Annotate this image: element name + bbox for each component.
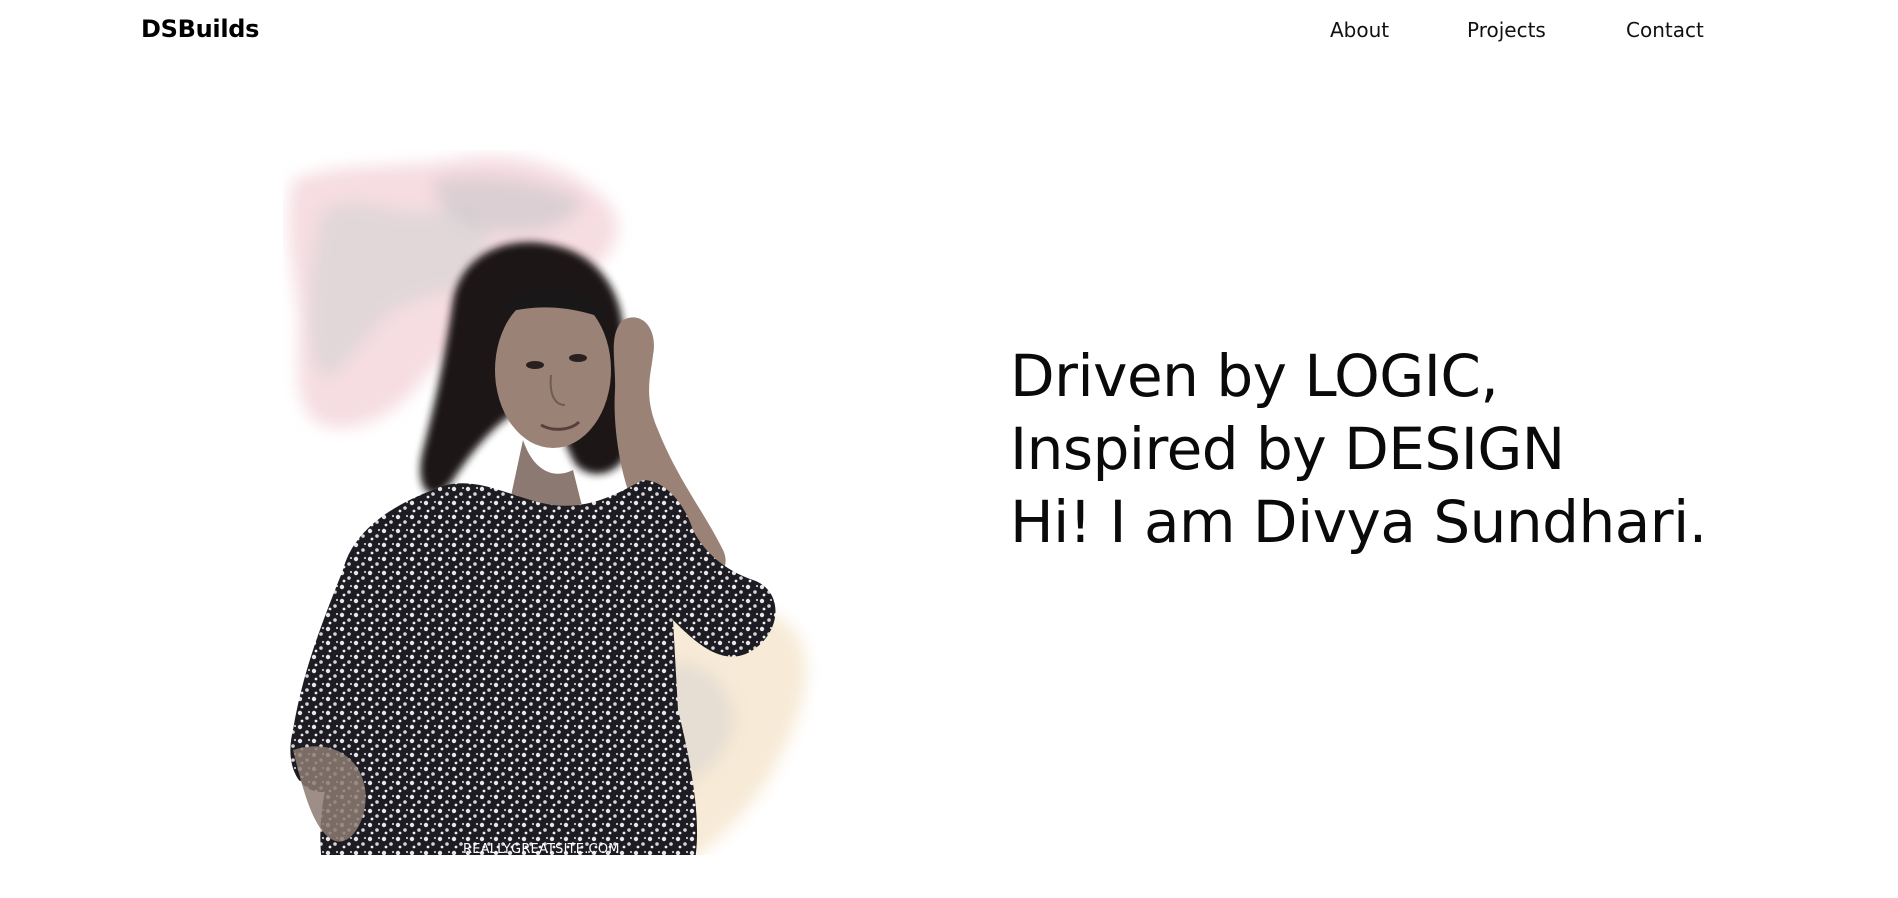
- navbar: DSBuilds About Projects Contact: [0, 0, 1898, 62]
- image-bottom-edge: [283, 855, 823, 890]
- hero-line-design: Inspired by DESIGN: [1010, 415, 1565, 483]
- hero-line-intro: Hi! I am Divya Sundhari.: [1010, 488, 1707, 556]
- hero-heading: Driven by LOGIC, Inspired by DESIGN Hi! …: [1010, 340, 1810, 559]
- watermark-text: REALLYGREATSITE.COM: [463, 842, 620, 857]
- page: DSBuilds About Projects Contact REALLYGR…: [0, 0, 1898, 898]
- portrait-illustration: [283, 156, 823, 890]
- hero-line-logic: Driven by LOGIC,: [1010, 342, 1499, 410]
- nav-link-contact[interactable]: Contact: [1626, 18, 1704, 42]
- nav-link-projects[interactable]: Projects: [1467, 18, 1546, 42]
- nav-link-about[interactable]: About: [1330, 18, 1389, 42]
- brand-logo[interactable]: DSBuilds: [141, 15, 259, 43]
- hero-portrait: REALLYGREATSITE.COM: [283, 150, 823, 890]
